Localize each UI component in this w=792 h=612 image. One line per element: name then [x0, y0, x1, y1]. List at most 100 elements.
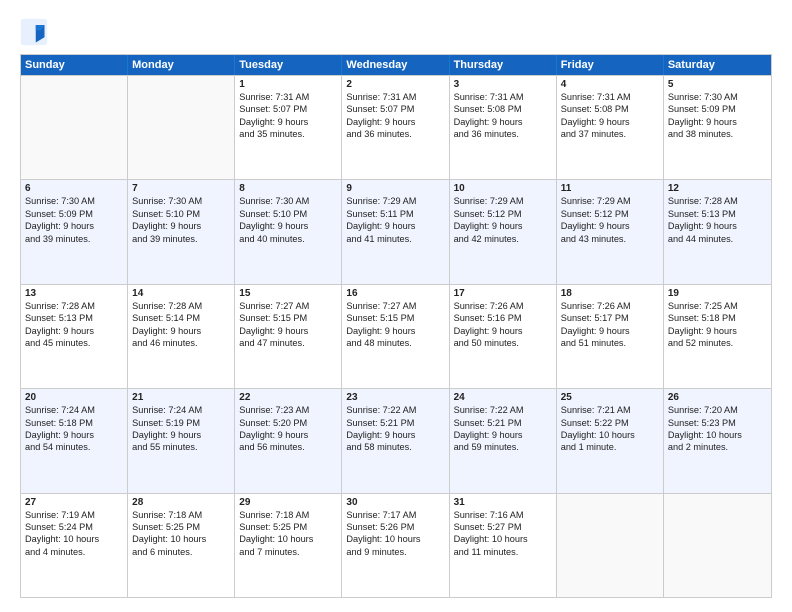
cell-line: Sunset: 5:27 PM: [454, 521, 552, 533]
cell-line: Sunrise: 7:18 AM: [132, 509, 230, 521]
header-day-wednesday: Wednesday: [342, 55, 449, 75]
cell-line: and 46 minutes.: [132, 337, 230, 349]
cell-line: and 2 minutes.: [668, 441, 767, 453]
cell-line: Sunrise: 7:19 AM: [25, 509, 123, 521]
day-number: 29: [239, 497, 337, 508]
day-number: 6: [25, 183, 123, 194]
day-number: 30: [346, 497, 444, 508]
cell-line: Daylight: 9 hours: [239, 116, 337, 128]
cell-line: Sunrise: 7:30 AM: [132, 195, 230, 207]
cell-line: Sunrise: 7:29 AM: [346, 195, 444, 207]
day-number: 26: [668, 392, 767, 403]
cell-line: Daylight: 9 hours: [668, 220, 767, 232]
cell-line: Daylight: 10 hours: [561, 429, 659, 441]
cell-line: Daylight: 9 hours: [239, 220, 337, 232]
cell-line: Sunrise: 7:31 AM: [239, 91, 337, 103]
day-number: 9: [346, 183, 444, 194]
cell-line: Daylight: 10 hours: [25, 533, 123, 545]
cell-line: Sunrise: 7:20 AM: [668, 404, 767, 416]
cell-line: Daylight: 9 hours: [132, 220, 230, 232]
cell-line: Sunrise: 7:25 AM: [668, 300, 767, 312]
header-day-monday: Monday: [128, 55, 235, 75]
logo-icon: [20, 18, 48, 46]
day-cell-18: 18Sunrise: 7:26 AMSunset: 5:17 PMDayligh…: [557, 285, 664, 388]
cell-line: and 41 minutes.: [346, 233, 444, 245]
cell-line: Sunrise: 7:24 AM: [25, 404, 123, 416]
cell-line: Sunset: 5:16 PM: [454, 312, 552, 324]
header-day-sunday: Sunday: [21, 55, 128, 75]
cell-line: and 38 minutes.: [668, 128, 767, 140]
cell-line: Daylight: 9 hours: [346, 429, 444, 441]
cell-line: Daylight: 10 hours: [132, 533, 230, 545]
day-cell-28: 28Sunrise: 7:18 AMSunset: 5:25 PMDayligh…: [128, 494, 235, 597]
cell-line: Sunrise: 7:30 AM: [25, 195, 123, 207]
day-number: 10: [454, 183, 552, 194]
cell-line: and 56 minutes.: [239, 441, 337, 453]
cell-line: and 7 minutes.: [239, 546, 337, 558]
cell-line: and 51 minutes.: [561, 337, 659, 349]
day-number: 5: [668, 79, 767, 90]
header-day-saturday: Saturday: [664, 55, 771, 75]
day-number: 3: [454, 79, 552, 90]
cell-line: and 45 minutes.: [25, 337, 123, 349]
cell-line: and 39 minutes.: [132, 233, 230, 245]
day-cell-12: 12Sunrise: 7:28 AMSunset: 5:13 PMDayligh…: [664, 180, 771, 283]
cell-line: Daylight: 9 hours: [132, 325, 230, 337]
day-cell-19: 19Sunrise: 7:25 AMSunset: 5:18 PMDayligh…: [664, 285, 771, 388]
cell-line: and 52 minutes.: [668, 337, 767, 349]
cell-line: Sunrise: 7:30 AM: [239, 195, 337, 207]
cell-line: Sunrise: 7:17 AM: [346, 509, 444, 521]
day-cell-13: 13Sunrise: 7:28 AMSunset: 5:13 PMDayligh…: [21, 285, 128, 388]
cell-line: Sunset: 5:09 PM: [25, 208, 123, 220]
day-cell-2: 2Sunrise: 7:31 AMSunset: 5:07 PMDaylight…: [342, 76, 449, 179]
cell-line: Daylight: 10 hours: [239, 533, 337, 545]
day-number: 27: [25, 497, 123, 508]
cell-line: Daylight: 9 hours: [346, 220, 444, 232]
cell-line: Daylight: 9 hours: [25, 220, 123, 232]
cell-line: Sunset: 5:08 PM: [561, 103, 659, 115]
logo: [20, 18, 52, 46]
calendar-row: 27Sunrise: 7:19 AMSunset: 5:24 PMDayligh…: [21, 493, 771, 597]
cell-line: and 1 minute.: [561, 441, 659, 453]
cell-line: Sunset: 5:12 PM: [561, 208, 659, 220]
cell-line: and 47 minutes.: [239, 337, 337, 349]
day-cell-16: 16Sunrise: 7:27 AMSunset: 5:15 PMDayligh…: [342, 285, 449, 388]
cell-line: Daylight: 9 hours: [239, 325, 337, 337]
day-number: 16: [346, 288, 444, 299]
empty-cell: [664, 494, 771, 597]
day-cell-17: 17Sunrise: 7:26 AMSunset: 5:16 PMDayligh…: [450, 285, 557, 388]
day-cell-26: 26Sunrise: 7:20 AMSunset: 5:23 PMDayligh…: [664, 389, 771, 492]
cell-line: Daylight: 9 hours: [454, 116, 552, 128]
cell-line: Sunset: 5:21 PM: [454, 417, 552, 429]
cell-line: Daylight: 9 hours: [668, 116, 767, 128]
day-number: 24: [454, 392, 552, 403]
cell-line: and 39 minutes.: [25, 233, 123, 245]
day-number: 12: [668, 183, 767, 194]
cell-line: Sunrise: 7:22 AM: [346, 404, 444, 416]
cell-line: and 50 minutes.: [454, 337, 552, 349]
cell-line: Daylight: 9 hours: [25, 429, 123, 441]
calendar: SundayMondayTuesdayWednesdayThursdayFrid…: [20, 54, 772, 598]
day-number: 20: [25, 392, 123, 403]
day-cell-3: 3Sunrise: 7:31 AMSunset: 5:08 PMDaylight…: [450, 76, 557, 179]
cell-line: Sunset: 5:23 PM: [668, 417, 767, 429]
day-number: 28: [132, 497, 230, 508]
cell-line: Sunset: 5:14 PM: [132, 312, 230, 324]
day-cell-30: 30Sunrise: 7:17 AMSunset: 5:26 PMDayligh…: [342, 494, 449, 597]
cell-line: Sunrise: 7:26 AM: [561, 300, 659, 312]
cell-line: Sunrise: 7:30 AM: [668, 91, 767, 103]
cell-line: Sunrise: 7:18 AM: [239, 509, 337, 521]
header: [20, 18, 772, 46]
cell-line: Sunset: 5:15 PM: [239, 312, 337, 324]
day-cell-23: 23Sunrise: 7:22 AMSunset: 5:21 PMDayligh…: [342, 389, 449, 492]
cell-line: Sunrise: 7:29 AM: [454, 195, 552, 207]
day-number: 31: [454, 497, 552, 508]
day-number: 8: [239, 183, 337, 194]
cell-line: and 11 minutes.: [454, 546, 552, 558]
day-number: 23: [346, 392, 444, 403]
cell-line: Daylight: 9 hours: [454, 220, 552, 232]
cell-line: Daylight: 9 hours: [346, 325, 444, 337]
cell-line: Sunrise: 7:21 AM: [561, 404, 659, 416]
cell-line: and 35 minutes.: [239, 128, 337, 140]
cell-line: Sunrise: 7:27 AM: [239, 300, 337, 312]
